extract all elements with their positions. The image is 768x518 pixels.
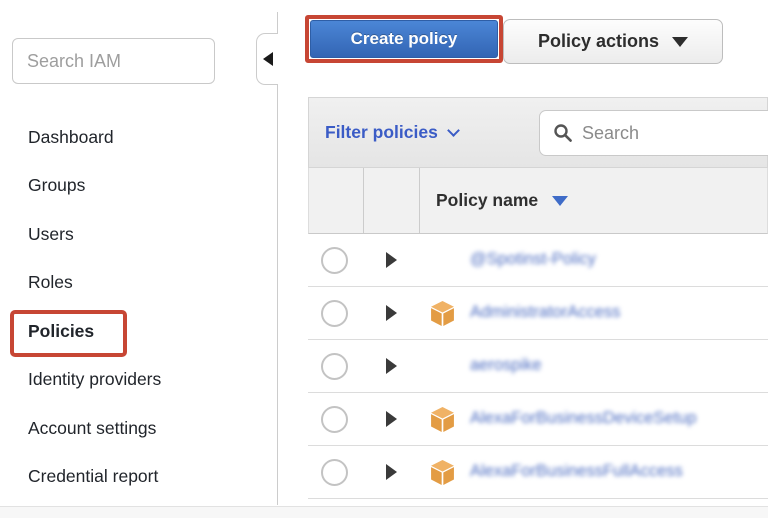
policy-search-box [539,110,768,156]
sidebar-nav: Dashboard Groups Users Roles Policies Id… [0,113,277,501]
policy-actions-label: Policy actions [538,31,659,52]
create-policy-button[interactable]: Create policy [310,20,498,58]
policy-search-input[interactable] [582,123,768,144]
sidebar-item-account-settings[interactable]: Account settings [0,404,277,453]
row-radio-button[interactable] [321,247,348,274]
iam-policies-page: Dashboard Groups Users Roles Policies Id… [0,0,768,518]
sidebar-item-users[interactable]: Users [0,210,277,259]
policy-name-link[interactable]: @Spotinst-Policy [470,250,596,269]
expand-row-icon[interactable] [386,305,397,321]
sidebar-item-identity-providers[interactable]: Identity providers [0,356,277,405]
policy-table-rows: @Spotinst-Policy AdministratorAccess aer… [308,234,768,499]
sidebar-item-groups[interactable]: Groups [0,162,277,211]
row-radio-button[interactable] [321,459,348,486]
caret-down-icon [672,37,688,47]
aws-managed-policy-icon [429,300,456,327]
search-iam-input[interactable] [12,38,215,84]
header-column-separator [363,168,364,233]
policy-name-link[interactable]: aerospike [470,356,542,375]
header-column-separator [419,168,420,233]
iam-sidebar: Dashboard Groups Users Roles Policies Id… [0,0,277,505]
expand-row-icon[interactable] [386,411,397,427]
row-radio-button[interactable] [321,406,348,433]
chevron-down-icon [447,124,460,137]
sidebar-item-policies[interactable]: Policies [0,307,277,356]
expand-row-icon[interactable] [386,464,397,480]
policy-table-row: AdministratorAccess [308,287,768,340]
aws-managed-policy-icon [429,459,456,486]
sidebar-item-roles[interactable]: Roles [0,259,277,308]
row-radio-button[interactable] [321,353,348,380]
collapse-sidebar-button[interactable] [256,33,278,85]
sort-desc-icon [552,196,568,206]
left-triangle-icon [263,52,273,66]
row-radio-button[interactable] [321,300,348,327]
policy-table-row: AlexaForBusinessFullAccess [308,446,768,499]
policy-table-row: AlexaForBusinessDeviceSetup [308,393,768,446]
policy-name-header-label: Policy name [436,190,538,211]
policy-table-row: @Spotinst-Policy [308,234,768,287]
annotation-box-create-policy: Create policy [305,15,503,63]
expand-row-icon[interactable] [386,252,397,268]
aws-managed-policy-icon [429,406,456,433]
policies-table-panel: Filter policies Policy name [308,97,768,503]
filter-policies-label: Filter policies [325,122,438,143]
sidebar-item-credential-report[interactable]: Credential report [0,453,277,502]
filter-bar: Filter policies [308,97,768,168]
policy-name-link[interactable]: AdministratorAccess [470,303,620,322]
search-icon [553,123,573,143]
policy-actions-button[interactable]: Policy actions [503,19,723,64]
policies-table-header: Policy name [308,168,768,234]
expand-row-icon[interactable] [386,358,397,374]
policy-name-link[interactable]: AlexaForBusinessDeviceSetup [470,409,697,428]
page-bottom-strip [0,506,768,518]
policy-name-column-header[interactable]: Policy name [436,190,568,211]
sidebar-item-dashboard[interactable]: Dashboard [0,113,277,162]
policy-table-row: aerospike [308,340,768,393]
policy-name-link[interactable]: AlexaForBusinessFullAccess [470,462,683,481]
filter-policies-dropdown[interactable]: Filter policies [325,122,458,143]
sidebar-divider [277,12,278,505]
